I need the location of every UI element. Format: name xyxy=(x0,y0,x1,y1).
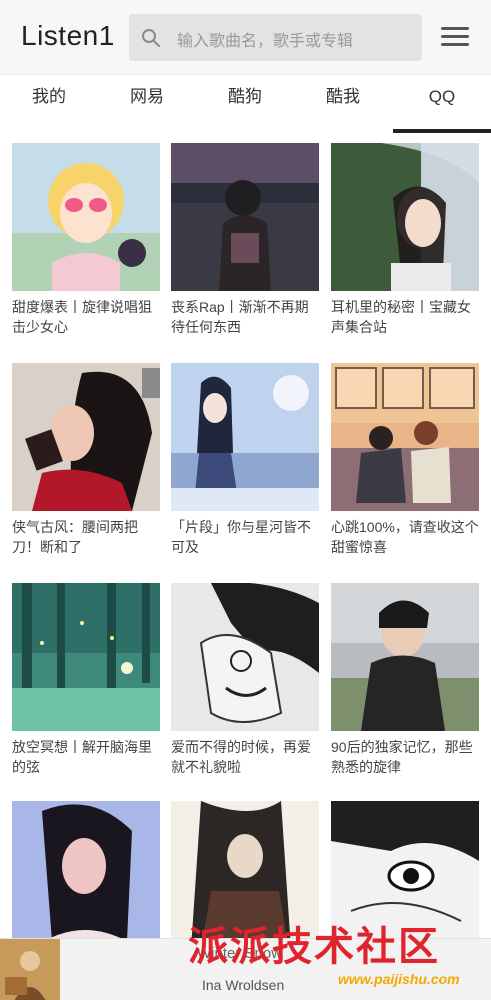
search-icon xyxy=(142,29,160,47)
playlist-cover xyxy=(331,143,479,291)
watermark-text: 派派技术社区 xyxy=(188,923,440,970)
app-title: Listen1 xyxy=(21,20,115,51)
playlist-title: 放空冥想丨解开脑海里的弦 xyxy=(12,739,152,775)
playlist-cover xyxy=(12,143,160,291)
playlist-cover xyxy=(331,583,479,731)
playlist-cover xyxy=(171,143,319,291)
playlist-card[interactable]: 放空冥想丨解开脑海里的弦 xyxy=(12,583,160,779)
playlist-title: 「片段」你与星河皆不可及 xyxy=(171,519,311,555)
watermark-url: www.paijishu.com xyxy=(338,971,460,987)
app-header: Listen1 输入歌曲名，歌手或专辑 xyxy=(0,0,491,74)
playlist-title: 侠气古风：腰间两把刀！断和了 xyxy=(12,519,138,555)
playlist-card[interactable]: 丧系Rap丨渐渐不再期待任何东西 xyxy=(171,143,319,339)
hamburger-menu-icon[interactable] xyxy=(441,27,469,49)
now-playing-cover[interactable] xyxy=(0,939,60,1000)
tab-netease[interactable]: 网易 xyxy=(98,75,196,133)
playlist-cover xyxy=(12,583,160,731)
search-placeholder: 输入歌曲名，歌手或专辑 xyxy=(177,33,354,50)
playlist-card[interactable]: 侠气古风：腰间两把刀！断和了 xyxy=(12,363,160,559)
playlist-title: 耳机里的秘密丨宝藏女声集合站 xyxy=(331,299,471,335)
tab-qq[interactable]: QQ xyxy=(393,75,491,133)
tab-kugou[interactable]: 酷狗 xyxy=(196,75,294,133)
playlist-title: 甜度爆表丨旋律说唱狙击少女心 xyxy=(12,299,152,335)
playlist-card[interactable]: 「片段」你与星河皆不可及 xyxy=(171,363,319,559)
playlist-cover xyxy=(331,363,479,511)
playlist-title: 爱而不得的时候，再爱就不礼貌啦 xyxy=(171,739,311,775)
playlist-cover xyxy=(171,363,319,511)
watermark-logo: 派派技术社区 www.paijishu.com xyxy=(188,923,460,987)
playlist-card[interactable] xyxy=(12,801,160,949)
tab-kuwo[interactable]: 酷我 xyxy=(294,75,392,133)
source-tabs: 我的 网易 酷狗 酷我 QQ xyxy=(0,74,491,133)
search-input[interactable]: 输入歌曲名，歌手或专辑 xyxy=(129,14,422,61)
playlist-card[interactable]: 90后的独家记忆，那些熟悉的旋律 xyxy=(331,583,479,779)
playlist-card[interactable]: 爱而不得的时候，再爱就不礼貌啦 xyxy=(171,583,319,779)
playlist-cover xyxy=(12,363,160,511)
tab-mine[interactable]: 我的 xyxy=(0,75,98,133)
playlist-card[interactable]: 心跳100%，请查收这个甜蜜惊喜 xyxy=(331,363,479,559)
playlist-cover xyxy=(171,583,319,731)
playlist-title: 90后的独家记忆，那些熟悉的旋律 xyxy=(331,739,473,775)
playlist-card[interactable]: 耳机里的秘密丨宝藏女声集合站 xyxy=(331,143,479,339)
playlist-title: 丧系Rap丨渐渐不再期待任何东西 xyxy=(171,299,309,335)
playlist-card[interactable]: 甜度爆表丨旋律说唱狙击少女心 xyxy=(12,143,160,339)
playlist-cover xyxy=(12,801,160,949)
playlist-title: 心跳100%，请查收这个甜蜜惊喜 xyxy=(331,519,479,555)
